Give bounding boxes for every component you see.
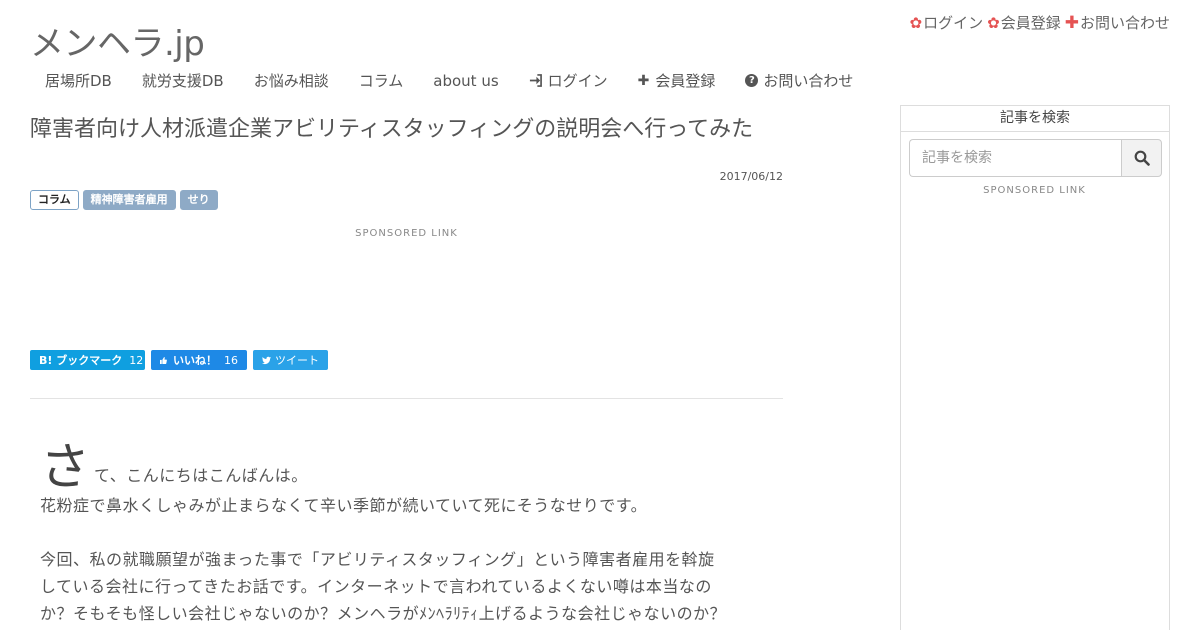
thumbs-up-icon [160, 356, 167, 364]
facebook-like-button[interactable]: いいね！ 16 [151, 350, 247, 370]
gear-icon: ✿ [987, 13, 1000, 32]
facebook-count: 16 [224, 353, 238, 367]
hatena-count: 12 [129, 353, 144, 367]
search-input[interactable] [909, 139, 1121, 177]
plus-icon: ✚ [637, 72, 650, 89]
first-line: さ て、こんにちはこんばんは。 [40, 436, 780, 492]
gear-icon: ✿ [909, 13, 923, 32]
sidebar-sponsored-label: SPONSORED LINK [983, 185, 1086, 196]
site-logo[interactable]: メンヘラ.jp [30, 16, 205, 65]
paragraph: 花粉症で鼻水くしゃみが止まらなくて辛い季節が続いていて死にそうなせりです。 [40, 496, 648, 515]
nav-login-label: ログイン [547, 72, 608, 90]
paragraph-line: か？そもそも怪しい会社じゃないのか？メンヘラがﾒﾝﾍﾗﾘﾃｨ上げるような会社じゃ… [40, 604, 727, 623]
main-nav: 居場所DB 就労支援DB お悩み相談 コラム about us ログイン ✚ 会… [30, 68, 868, 93]
nav-item-about[interactable]: about us [418, 68, 513, 93]
top-links: ✿ ログイン ✿ 会員登録 ✚ お問い合わせ [906, 12, 1170, 33]
sidebar: 記事を検索 [900, 105, 1170, 630]
nav-item-ibasho-db[interactable]: 居場所DB [30, 68, 127, 93]
nav-contact-label: お問い合わせ [763, 72, 854, 90]
tag-item[interactable]: 精神障害者雇用 [82, 190, 176, 210]
paragraph-line: している会社に行ってきたお話です。インターネットで言われているよくない噂は本当な… [40, 577, 712, 596]
question-circle-icon: ? [745, 74, 759, 87]
nav-register-label: 会員登録 [655, 72, 716, 90]
sponsored-label: SPONSORED LINK [355, 228, 458, 239]
top-contact-label: お問い合わせ [1079, 14, 1170, 32]
article-title: 障害者向け人材派遣企業アビリティスタッフィングの説明会へ行ってみた [30, 117, 754, 142]
hatena-bookmark-button[interactable]: B! ブックマーク 12 [30, 350, 145, 370]
nav-item-column[interactable]: コラム [344, 68, 419, 93]
search-button[interactable] [1121, 139, 1162, 177]
top-register-link[interactable]: ✿ 会員登録 [987, 12, 1061, 33]
tag-item[interactable]: せり [179, 190, 218, 210]
dropcap: さ [40, 438, 90, 496]
tag-list: コラム 精神障害者雇用 せり [30, 190, 222, 210]
article-body: さ て、こんにちはこんばんは。 花粉症で鼻水くしゃみが止まらなくて辛い季節が続い… [40, 436, 780, 627]
top-login-link[interactable]: ✿ ログイン [910, 12, 984, 33]
article-date: 2017/06/12 [719, 170, 783, 183]
twitter-bird-icon [262, 356, 271, 364]
search-form [909, 139, 1162, 177]
top-register-label: 会員登録 [1000, 14, 1061, 32]
top-login-label: ログイン [923, 14, 984, 32]
divider [30, 398, 783, 399]
facebook-label: いいね！ [173, 354, 217, 367]
nav-item-login[interactable]: ログイン [514, 68, 623, 93]
hatena-label: B! ブックマーク [39, 354, 123, 367]
plus-icon: ✚ [1064, 12, 1079, 33]
tweet-button[interactable]: ツイート [253, 350, 328, 370]
nav-item-register[interactable]: ✚ 会員登録 [623, 68, 731, 93]
tag-category[interactable]: コラム [30, 190, 79, 210]
sign-in-icon [529, 74, 542, 87]
search-icon [1134, 150, 1150, 166]
sidebar-title: 記事を検索 [901, 106, 1169, 132]
nav-item-shuro-db[interactable]: 就労支援DB [127, 68, 239, 93]
share-buttons: B! ブックマーク 12 いいね！ 16 ツイート [30, 350, 334, 370]
nav-item-contact[interactable]: ? お問い合わせ [730, 68, 868, 93]
tweet-label: ツイート [275, 354, 319, 367]
first-line-text: て、こんにちはこんばんは。 [94, 466, 308, 485]
top-contact-link[interactable]: ✚ お問い合わせ [1065, 12, 1170, 33]
paragraph-line: 今回、私の就職願望が強まった事で「アビリティスタッフィング」という障害者雇用を斡… [40, 550, 715, 569]
nav-item-onayami[interactable]: お悩み相談 [239, 68, 344, 93]
